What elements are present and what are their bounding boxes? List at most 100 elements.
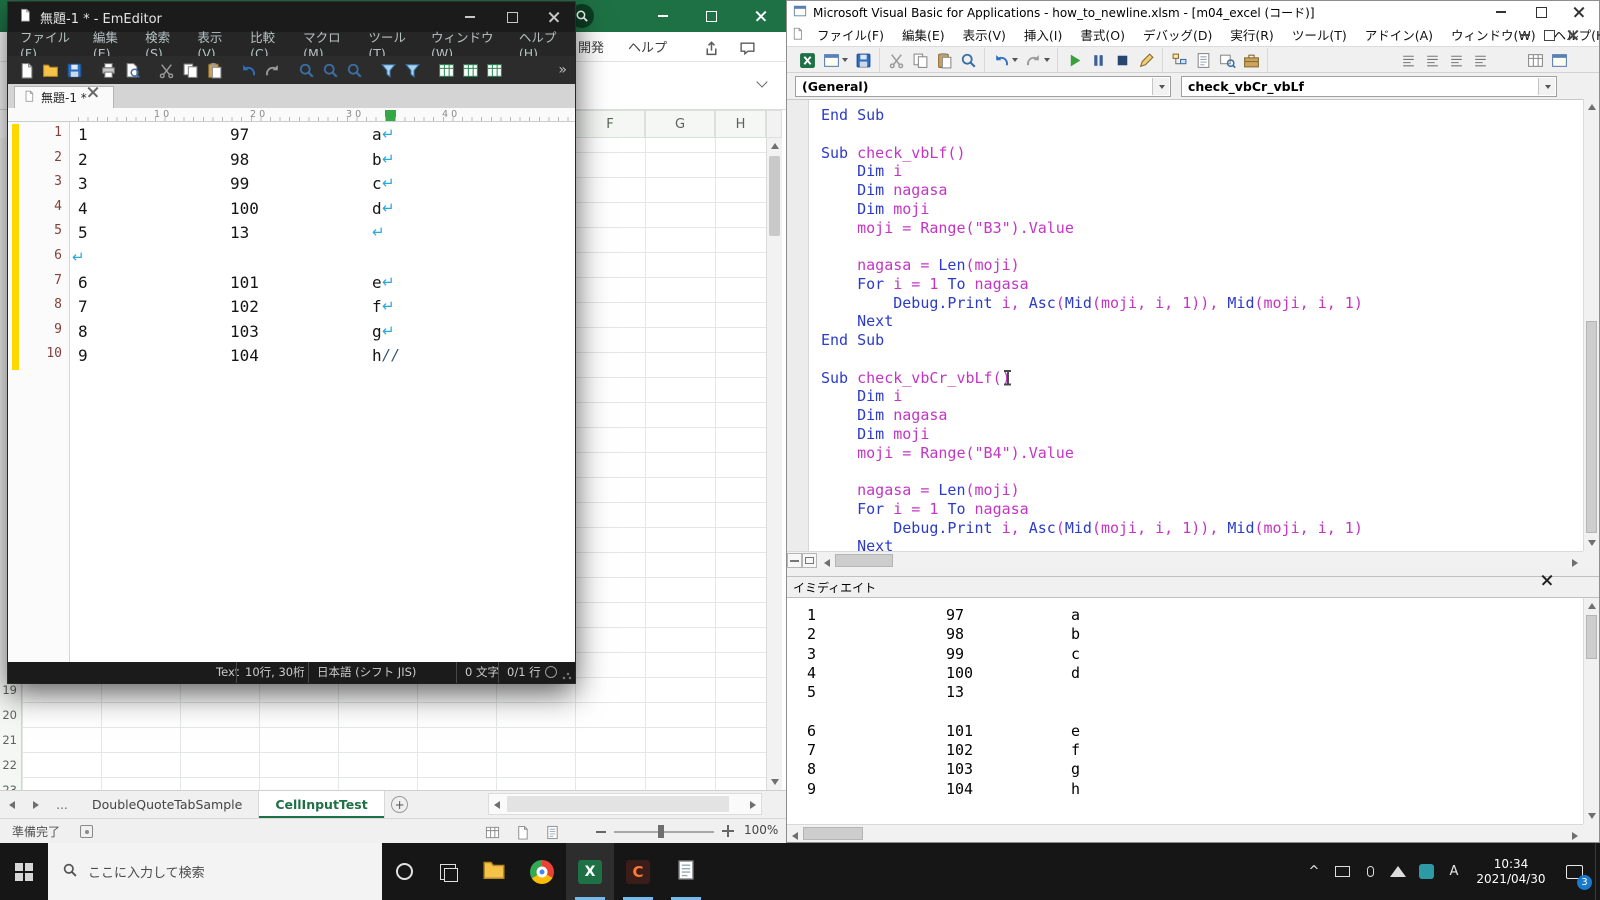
- ribbon-tab-ヘルプ[interactable]: ヘルプ: [616, 32, 679, 61]
- start-button[interactable]: [0, 843, 48, 900]
- save-icon[interactable]: [851, 48, 875, 72]
- document-tab[interactable]: 無題-1 *: [14, 86, 114, 108]
- toolbar-overflow-icon[interactable]: »: [558, 62, 567, 78]
- print-icon[interactable]: [96, 58, 120, 82]
- scrollbar-thumb[interactable]: [835, 554, 893, 567]
- zoom-in-button[interactable]: [722, 825, 734, 837]
- redo-icon[interactable]: [260, 58, 284, 82]
- redo-icon[interactable]: [1021, 48, 1053, 72]
- taskbar-app-excel-icon[interactable]: [566, 843, 614, 900]
- replace-icon[interactable]: [342, 58, 366, 82]
- tab-close-icon[interactable]: [93, 92, 105, 104]
- expand-formula-bar-icon[interactable]: [756, 76, 767, 87]
- row-header-22[interactable]: 22: [0, 753, 20, 778]
- design-mode-icon[interactable]: [1134, 48, 1158, 72]
- css-view-icon[interactable]: [458, 58, 482, 82]
- scrollbar-thumb[interactable]: [769, 156, 780, 236]
- immediate-window-header[interactable]: イミディエイト: [787, 576, 1599, 598]
- macro-record-icon[interactable]: [80, 825, 93, 838]
- comment-block-icon[interactable]: [1444, 48, 1468, 72]
- taskbar-app-c-editor-icon[interactable]: [614, 843, 662, 900]
- menu-実行(R)[interactable]: 実行(R): [1221, 25, 1282, 44]
- sheet-overflow[interactable]: ...: [48, 791, 76, 818]
- margin-indicator-bar[interactable]: [787, 100, 809, 551]
- column-header-H[interactable]: H: [715, 110, 766, 138]
- open-folder-icon[interactable]: [38, 58, 62, 82]
- maximize-button[interactable]: [688, 0, 734, 32]
- cut-icon[interactable]: [154, 58, 178, 82]
- scrollbar-thumb[interactable]: [507, 796, 729, 812]
- page-layout-view-icon[interactable]: [512, 822, 532, 842]
- vba-titlebar[interactable]: Microsoft Visual Basic for Applications …: [787, 1, 1599, 23]
- close-button[interactable]: [1559, 1, 1599, 23]
- child-close-button[interactable]: [1561, 23, 1585, 47]
- taskbar-search-input[interactable]: ここに入力して検索: [48, 843, 382, 900]
- object-dropdown[interactable]: (General): [795, 76, 1171, 97]
- menu-ツール(T)[interactable]: ツール(T): [1283, 25, 1356, 44]
- table-view-icon[interactable]: [434, 58, 458, 82]
- bookmark-icon[interactable]: [1468, 48, 1492, 72]
- normal-view-icon[interactable]: [482, 822, 502, 842]
- horizontal-scrollbar[interactable]: [488, 793, 762, 815]
- sheet-prev-icon[interactable]: [0, 791, 24, 818]
- toolbox-icon[interactable]: [1239, 48, 1263, 72]
- zoom-slider-thumb[interactable]: [658, 825, 664, 838]
- menu-アドイン(A)[interactable]: アドイン(A): [1356, 25, 1442, 44]
- column-header-G[interactable]: G: [645, 110, 715, 138]
- immediate-window[interactable]: 197a298b399c4100d5136101e7102f8103g9104h: [787, 598, 1583, 824]
- child-minimize-button[interactable]: [1513, 23, 1537, 47]
- ime-indicator[interactable]: A: [1440, 864, 1468, 879]
- task-view-button[interactable]: [426, 843, 470, 900]
- sheet-tab-CellInputTest[interactable]: CellInputTest: [259, 791, 384, 818]
- reset-icon[interactable]: [1110, 48, 1134, 72]
- design-grid-icon[interactable]: [1523, 48, 1547, 72]
- action-center-button[interactable]: 3: [1554, 865, 1594, 879]
- taskbar-app-file-explorer-icon[interactable]: [470, 843, 518, 900]
- indent-icon[interactable]: [1396, 48, 1420, 72]
- cut-icon[interactable]: [884, 48, 908, 72]
- page-break-view-icon[interactable]: [542, 822, 562, 842]
- scrollbar-thumb[interactable]: [1586, 321, 1597, 533]
- zoom-slider[interactable]: [614, 831, 714, 833]
- pane-splitter[interactable]: [787, 568, 1599, 576]
- row-header-20[interactable]: 20: [0, 703, 20, 728]
- paste-icon[interactable]: [932, 48, 956, 72]
- taskbar-app-notepad-icon[interactable]: [662, 843, 710, 900]
- mic-tray-icon[interactable]: [1356, 866, 1384, 877]
- paste-icon[interactable]: [202, 58, 226, 82]
- object-browser-icon[interactable]: [1215, 48, 1239, 72]
- menu-デバッグ(D)[interactable]: デバッグ(D): [1134, 25, 1221, 44]
- new-file-icon[interactable]: [14, 58, 38, 82]
- insert-userform-icon[interactable]: [819, 48, 851, 72]
- network-tray-icon[interactable]: [1384, 866, 1412, 877]
- zoom-level[interactable]: 100%: [744, 823, 778, 837]
- sheet-tab-DoubleQuoteTabSample[interactable]: DoubleQuoteTabSample: [76, 791, 259, 818]
- column-header-F[interactable]: F: [575, 110, 645, 138]
- resize-grip[interactable]: [562, 670, 572, 680]
- taskbar-app-chrome-icon[interactable]: [518, 843, 566, 900]
- run-icon[interactable]: [1062, 48, 1086, 72]
- app-tray-icon[interactable]: [1412, 864, 1440, 879]
- procedure-view-button[interactable]: [787, 553, 802, 568]
- display-tray-icon[interactable]: [1328, 866, 1356, 877]
- undo-icon[interactable]: [236, 58, 260, 82]
- find-next-icon[interactable]: [318, 58, 342, 82]
- text-editor-area[interactable]: 197a↵298b↵399c↵4100d↵513↵↵6101e↵7102f↵81…: [70, 122, 575, 662]
- horizontal-scrollbar[interactable]: [787, 824, 1583, 841]
- show-desktop-button[interactable]: [1595, 843, 1600, 900]
- row-header-21[interactable]: 21: [0, 728, 20, 753]
- status-mode-icon[interactable]: [545, 666, 557, 678]
- excel-host-icon[interactable]: [795, 48, 819, 72]
- filter-icon[interactable]: [376, 58, 400, 82]
- share-icon[interactable]: [700, 37, 722, 59]
- hidden-icons-chevron[interactable]: ^: [1300, 864, 1328, 879]
- close-icon[interactable]: [1547, 580, 1563, 596]
- child-restore-button[interactable]: [1537, 23, 1561, 47]
- undo-icon[interactable]: [989, 48, 1021, 72]
- minimize-button[interactable]: [1481, 1, 1521, 23]
- close-button[interactable]: [736, 0, 786, 32]
- comments-icon[interactable]: [736, 37, 758, 59]
- copy-icon[interactable]: [908, 48, 932, 72]
- advanced-filter-icon[interactable]: [400, 58, 424, 82]
- find-icon[interactable]: [956, 48, 980, 72]
